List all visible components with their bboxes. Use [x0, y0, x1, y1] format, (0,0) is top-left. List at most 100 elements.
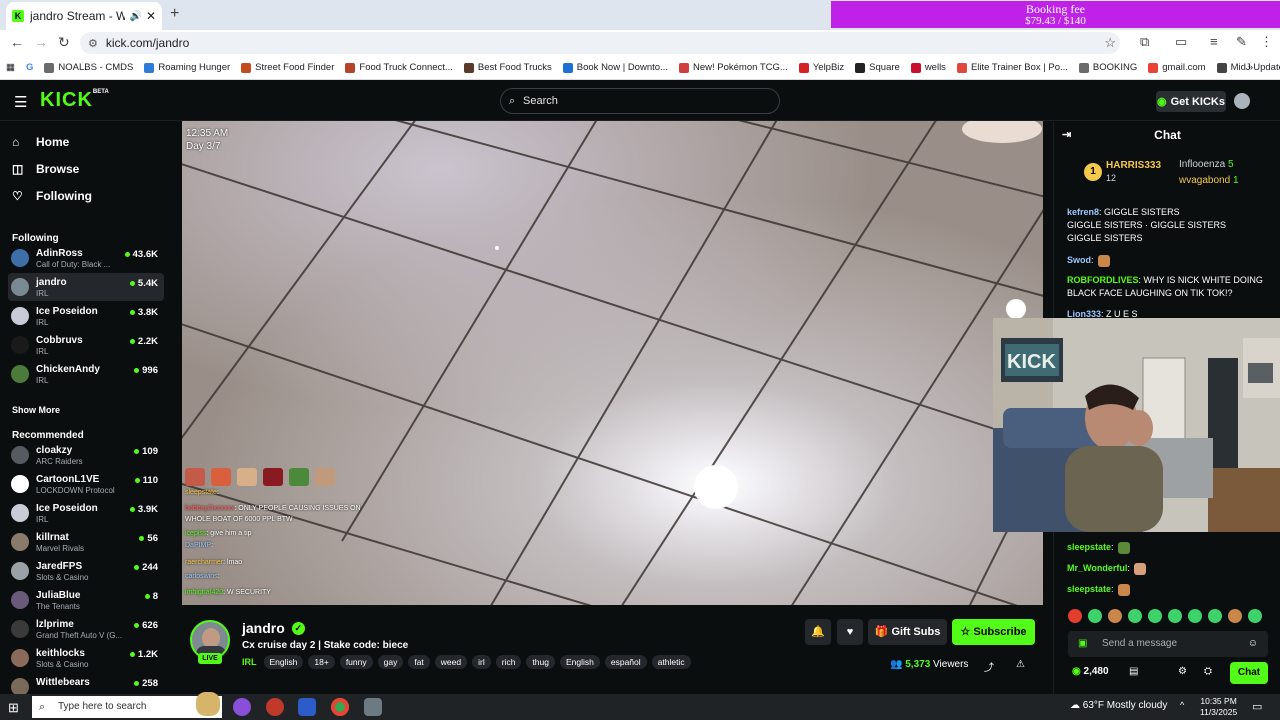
sidebar-channel[interactable]: killrnat Marvel Rivals 56 [8, 528, 164, 556]
sidebar-channel[interactable]: keithlocks Slots & Casino 1.2K [8, 644, 164, 672]
gift-subs-button[interactable]: 🎁 Gift Subs [868, 619, 947, 645]
sidebar-channel[interactable]: ChickenAndy IRL 996 [8, 360, 164, 388]
sidebar-channel[interactable]: JaredFPS Slots & Casino 244 [8, 557, 164, 585]
sidebar-channel[interactable]: JuliaBlue The Tenants 8 [8, 586, 164, 614]
user-avatar[interactable] [1234, 93, 1250, 109]
stream-tag[interactable]: rich [495, 655, 522, 669]
forward-arrow-icon[interactable]: → [34, 34, 48, 50]
report-flag-icon[interactable]: ⚠ [1016, 659, 1025, 670]
bookmark-item[interactable]: New! Pokémon TCG... [678, 62, 788, 73]
show-more-link[interactable]: Show More [12, 405, 60, 415]
bookmark-item[interactable]: Book Now | Downto... [562, 62, 668, 73]
emote-icon[interactable] [1068, 609, 1082, 623]
bookmark-item[interactable]: BOOKING [1078, 62, 1137, 73]
app-icon[interactable] [298, 698, 316, 716]
leaderboard-top-user[interactable]: HARRIS333 [1106, 160, 1161, 171]
taskbar-clock[interactable]: 10:35 PM 11/3/2025 [1200, 696, 1237, 718]
stream-tag[interactable]: gay [377, 655, 404, 669]
emote-icon[interactable] [1248, 609, 1262, 623]
bookmark-item[interactable]: Elite Trainer Box | Po... [956, 62, 1068, 73]
bookmark-item[interactable]: YelpBiz [798, 62, 844, 73]
new-tab-icon[interactable]: + [170, 5, 179, 23]
nav-browse[interactable]: ◫ Browse [12, 162, 79, 176]
bookmark-item[interactable]: Square [855, 62, 900, 73]
reload-icon[interactable]: ↻ [58, 34, 70, 51]
get-kicks-button[interactable]: ◉ Get KICKs [1156, 91, 1226, 112]
bookmark-item[interactable]: wells [910, 62, 946, 73]
reading-list-icon[interactable]: ≡ [1210, 34, 1218, 49]
browser-tab[interactable]: K jandro Stream - Watch Live 🔊 ✕ [6, 2, 162, 30]
chat-send-button[interactable]: Chat [1230, 662, 1268, 684]
stream-tag[interactable]: español [604, 655, 647, 669]
chrome-icon[interactable] [331, 698, 349, 716]
emote-icon[interactable] [1168, 609, 1182, 623]
tray-chevron-icon[interactable]: ^ [1180, 700, 1184, 710]
chat-username[interactable]: ROBFORDLIVES [1067, 275, 1139, 285]
search-input[interactable]: ⌕ Search [500, 88, 780, 114]
send-message-input[interactable]: ▣ Send a message ☺ [1068, 631, 1268, 657]
chat-mode-icon[interactable]: ▣ [1078, 631, 1087, 657]
kick-logo[interactable]: KICKBETA [40, 89, 109, 112]
leaderboard-user-3[interactable]: wvagabond 1 [1179, 175, 1239, 186]
stream-tag[interactable]: fat [408, 655, 430, 669]
chat-username[interactable]: kefren8 [1067, 207, 1099, 217]
taskbar-search-input[interactable]: ⌕ Type here to search [32, 696, 222, 718]
sidebar-channel[interactable]: lzlprime Grand Theft Auto V (G... 626 [8, 615, 164, 643]
stream-tag[interactable]: English [559, 655, 600, 669]
bookmark-item[interactable]: Street Food Finder [241, 62, 334, 73]
emoji-picker-icon[interactable]: ☺ [1248, 631, 1258, 657]
chat-username[interactable]: Swod [1067, 255, 1091, 265]
close-tab-icon[interactable]: ✕ [146, 9, 156, 23]
hamburger-menu-icon[interactable]: ☰ [14, 93, 27, 111]
streamer-name[interactable]: jandro ✓ [242, 620, 305, 636]
notification-center-icon[interactable]: ▭ [1252, 700, 1262, 713]
app-icon[interactable] [233, 698, 251, 716]
sidebar-channel[interactable]: CartoonL1VE LOCKDOWN Protocol 110 [8, 470, 164, 498]
nav-following[interactable]: ♡ Following [12, 189, 92, 203]
bookmark-item[interactable]: gmail.com [1148, 62, 1206, 73]
emote-icon[interactable] [1208, 609, 1222, 623]
emote-icon[interactable] [1148, 609, 1162, 623]
site-info-icon[interactable]: ⚙ [88, 37, 98, 50]
notification-bell-icon[interactable]: 🔔 [805, 619, 831, 645]
address-bar[interactable]: ⚙ kick.com/jandro ☆ [80, 32, 1120, 54]
audio-playing-icon[interactable]: 🔊 [129, 11, 141, 22]
bookmark-item[interactable]: NOALBS - CMDS [44, 62, 133, 73]
app-icon[interactable] [266, 698, 284, 716]
chat-username[interactable]: sleepstate [1067, 542, 1111, 552]
settings-gear-icon[interactable] [364, 698, 382, 716]
stream-tag[interactable]: thug [526, 655, 555, 669]
chat-username[interactable]: Mr_Wonderful [1067, 563, 1127, 573]
sidebar-channel[interactable]: AdinRoss Call of Duty: Black ... 43.6K [8, 244, 164, 272]
follow-heart-icon[interactable]: ♥ [837, 619, 863, 645]
food-widget-icon[interactable] [196, 692, 220, 716]
bookmark-star-icon[interactable]: ☆ [1104, 35, 1116, 51]
emote-icon[interactable] [1108, 609, 1122, 623]
sidebar-channel[interactable]: jandro IRL 5.4K [8, 273, 164, 301]
apps-grid-icon[interactable]: ▦ [6, 62, 15, 73]
emote-icon[interactable] [1188, 609, 1202, 623]
sidebar-channel[interactable]: Ice Poseidon IRL 3.9K [8, 499, 164, 527]
gift-box-icon[interactable]: ▤ [1129, 666, 1138, 677]
weather-widget[interactable]: ☁ 63°F Mostly cloudy [1070, 700, 1167, 711]
nav-home[interactable]: ⌂ Home [12, 135, 69, 149]
subscribe-button[interactable]: ☆ Subscribe [952, 619, 1035, 645]
bookmark-item[interactable]: Roaming Hunger [144, 62, 230, 73]
stream-tag[interactable]: English [263, 655, 304, 669]
edit-icon[interactable]: ✎ [1236, 34, 1247, 50]
video-player[interactable]: 12:35 AM Day 3/7 sleepstate: bobbeyOxxxxx… [182, 121, 1043, 605]
stream-tag[interactable]: weed [434, 655, 468, 669]
bookmarks-overflow-icon[interactable]: » [1248, 62, 1253, 73]
emote-icon[interactable] [1088, 609, 1102, 623]
sidebar-channel[interactable]: Cobbruvs IRL 2.2K [8, 331, 164, 359]
emote-icon[interactable] [1228, 609, 1242, 623]
bookmark-item[interactable]: Best Food Trucks [463, 62, 552, 73]
category-link[interactable]: IRL [242, 657, 257, 667]
menu-dots-icon[interactable]: ⋮ [1260, 34, 1273, 50]
share-icon[interactable]: ⤴ [984, 659, 994, 674]
cast-icon[interactable]: ▭ [1175, 34, 1187, 50]
emote-icon[interactable] [1128, 609, 1142, 623]
chat-settings-icon[interactable]: ⚙ [1178, 666, 1187, 677]
back-arrow-icon[interactable]: ← [10, 34, 24, 50]
leaderboard-user-2[interactable]: Inflooenza 5 [1179, 159, 1234, 170]
